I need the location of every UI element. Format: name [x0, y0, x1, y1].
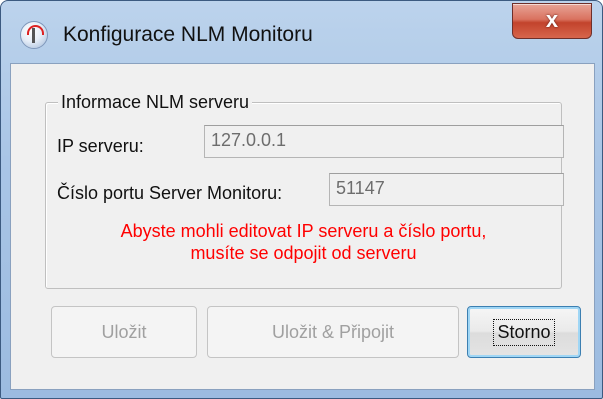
close-icon: x [545, 7, 559, 32]
window-title: Konfigurace NLM Monitoru [63, 23, 313, 46]
save-button[interactable]: Uložit [51, 306, 197, 358]
close-button[interactable]: x [512, 3, 592, 39]
group-title: Informace NLM serveru [58, 92, 253, 113]
save-button-label: Uložit [101, 321, 147, 342]
ip-input[interactable]: 127.0.0.1 [204, 125, 564, 158]
cancel-button-label: Storno [493, 318, 555, 346]
warning-line-2: musíte se odpojit od serveru [190, 243, 417, 263]
save-connect-button[interactable]: Uložit & Připojit [207, 306, 459, 358]
dialog-content: Informace NLM serveru IP serveru: 127.0.… [10, 63, 595, 390]
save-connect-button-label: Uložit & Připojit [271, 321, 395, 342]
ip-label: IP serveru: [57, 136, 144, 156]
dialog-window: Konfigurace NLM Monitoru x Informace NLM… [0, 0, 603, 399]
server-info-group: Informace NLM serveru IP serveru: 127.0.… [45, 92, 564, 289]
title-bar[interactable]: Konfigurace NLM Monitoru x [1, 1, 602, 63]
port-label: Číslo portu Server Monitoru: [57, 183, 283, 203]
port-input[interactable]: 51147 [329, 173, 564, 206]
radio-tower-icon [20, 21, 48, 49]
cancel-button[interactable]: Storno [467, 306, 581, 358]
warning-line-1: Abyste mohli editovat IP serveru a číslo… [120, 221, 487, 241]
